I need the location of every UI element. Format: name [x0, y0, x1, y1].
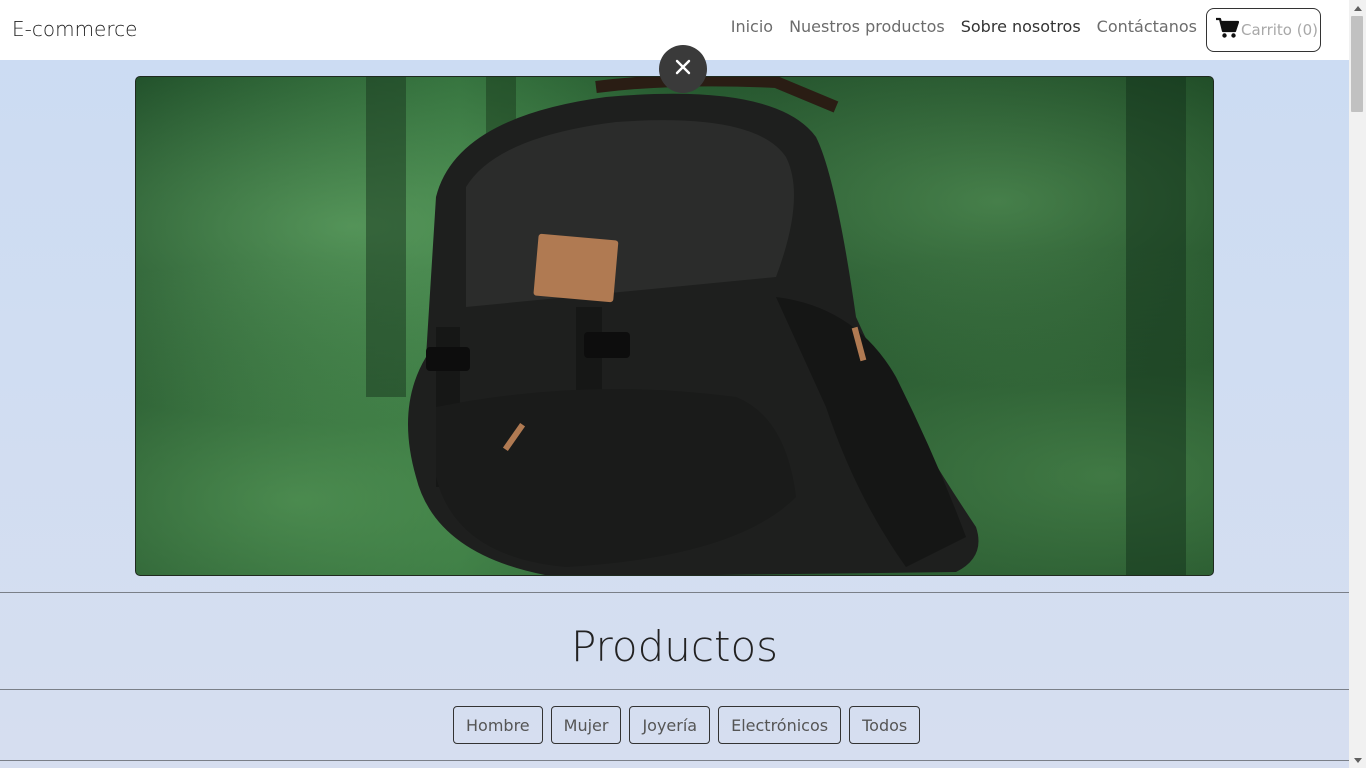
hero-backpack-image — [135, 76, 1214, 576]
scroll-thumb[interactable] — [1351, 16, 1363, 112]
close-banner-button[interactable] — [659, 45, 707, 93]
category-filters: Hombre Mujer Joyería Electrónicos Todos — [453, 706, 921, 744]
close-icon — [675, 59, 691, 80]
divider-bottom — [0, 760, 1349, 761]
filter-mujer-button[interactable]: Mujer — [550, 706, 622, 744]
nav-link-productos[interactable]: Nuestros productos — [789, 17, 945, 36]
filter-electronicos-button[interactable]: Electrónicos — [718, 706, 842, 744]
products-title: Productos — [570, 622, 779, 671]
scroll-down-arrow-icon[interactable] — [1349, 752, 1366, 768]
filter-todos-button[interactable]: Todos — [849, 706, 921, 744]
page-scrollbar[interactable] — [1349, 0, 1366, 768]
nav-link-inicio[interactable]: Inicio — [731, 17, 773, 36]
scroll-up-arrow-icon[interactable] — [1349, 0, 1366, 16]
filter-joyeria-button[interactable]: Joyería — [629, 706, 711, 744]
divider-top — [0, 592, 1349, 593]
cart-button[interactable]: Carrito (0) — [1206, 8, 1321, 52]
nav-link-sobre-nosotros[interactable]: Sobre nosotros — [961, 17, 1081, 36]
shopping-cart-icon — [1215, 17, 1240, 44]
backpack-illustration — [366, 77, 1186, 575]
cart-label: Carrito (0) — [1241, 21, 1318, 39]
nav-links: Inicio Nuestros productos Sobre nosotros… — [731, 17, 1197, 36]
filter-hombre-button[interactable]: Hombre — [453, 706, 543, 744]
divider-middle — [0, 689, 1349, 690]
nav-link-contactanos[interactable]: Contáctanos — [1097, 17, 1197, 36]
brand-link[interactable]: E-commerce — [12, 17, 137, 41]
